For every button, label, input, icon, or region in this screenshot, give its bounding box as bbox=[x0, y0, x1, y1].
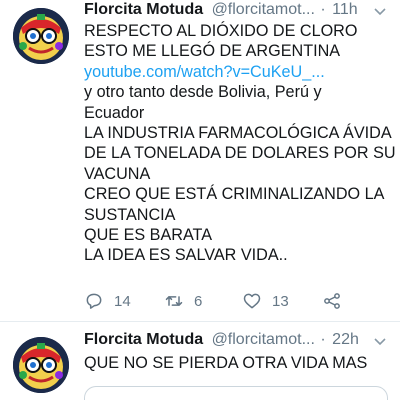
youtube-link[interactable]: youtube.com/watch?v=CuKeU_... bbox=[84, 63, 325, 81]
separator-dot: · bbox=[320, 1, 326, 18]
reply-count: 14 bbox=[114, 292, 131, 310]
heart-icon bbox=[243, 293, 261, 309]
tweet-header: Florcita Motuda @florcitamot... · 11h bbox=[84, 1, 392, 23]
chevron-down-icon[interactable] bbox=[372, 3, 388, 19]
retweet-button[interactable]: 6 bbox=[164, 290, 202, 312]
separator-dot: · bbox=[320, 331, 326, 348]
avatar-image bbox=[13, 337, 69, 393]
tweet-line: y otro tanto desde Bolivia, Perú y bbox=[84, 83, 322, 102]
author-handle[interactable]: @florcitamot... bbox=[212, 1, 315, 18]
timestamp[interactable]: 11h bbox=[332, 1, 358, 18]
avatar[interactable] bbox=[13, 8, 69, 64]
retweet-icon bbox=[165, 296, 183, 306]
tweet-line: LA INDUSTRIA FARMACOLÓGICA ÁVIDA bbox=[84, 124, 392, 143]
chevron-down-icon[interactable] bbox=[372, 333, 388, 349]
embedded-card[interactable] bbox=[84, 386, 388, 400]
reply-button[interactable]: 14 bbox=[84, 290, 131, 312]
retweet-count: 6 bbox=[194, 292, 203, 310]
tweet-actions: 14 6 13 bbox=[84, 290, 384, 312]
avatar-image bbox=[13, 8, 69, 64]
tweet[interactable]: Florcita Motuda @florcitamot... · 11h RE… bbox=[0, 0, 400, 322]
author-name[interactable]: Florcita Motuda bbox=[84, 331, 203, 348]
tweet-line: LA IDEA ES SALVAR VIDA.. bbox=[84, 246, 288, 265]
tweet[interactable]: Florcita Motuda @florcitamot... · 22h QU… bbox=[0, 323, 400, 400]
share-icon bbox=[324, 293, 340, 309]
tweet-line: VACUNA bbox=[84, 164, 151, 183]
reply-icon bbox=[86, 293, 102, 309]
tweet-line: Ecuador bbox=[84, 103, 145, 122]
like-button[interactable]: 13 bbox=[242, 290, 289, 312]
author-handle[interactable]: @florcitamot... bbox=[212, 331, 315, 348]
tweet-text: RESPECTO AL DIÓXIDO DE CLORO ESTO ME LLE… bbox=[84, 21, 396, 266]
timestamp[interactable]: 22h bbox=[332, 331, 359, 348]
tweet-line: SUSTANCIA bbox=[84, 205, 176, 224]
tweet-line: QUE ES BARATA bbox=[84, 226, 213, 245]
tweet-line: DE LA TONELADA DE DOLARES POR SU bbox=[84, 144, 396, 163]
tweet-header: Florcita Motuda @florcitamot... · 22h bbox=[84, 331, 392, 353]
tweet-line: RESPECTO AL DIÓXIDO DE CLORO bbox=[84, 22, 358, 40]
tweet-line: QUE NO SE PIERDA OTRA VIDA MAS bbox=[84, 354, 368, 372]
tweet-text: QUE NO SE PIERDA OTRA VIDA MAS bbox=[84, 353, 388, 373]
tweet-line: ESTO ME LLEGÓ DE ARGENTINA bbox=[84, 42, 341, 61]
avatar[interactable] bbox=[13, 337, 69, 393]
tweet-line: CREO QUE ESTÁ CRIMINALIZANDO LA bbox=[84, 185, 385, 204]
author-name[interactable]: Florcita Motuda bbox=[84, 1, 203, 18]
share-button[interactable] bbox=[322, 290, 352, 312]
like-count: 13 bbox=[272, 292, 289, 310]
